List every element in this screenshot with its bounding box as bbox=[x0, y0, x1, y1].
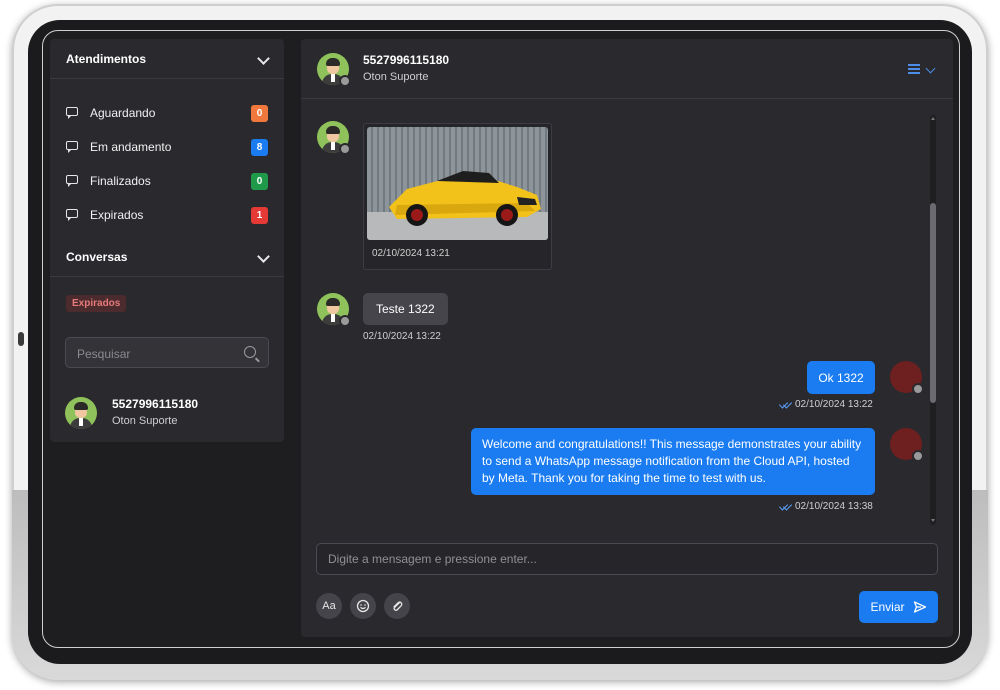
message-input[interactable] bbox=[317, 544, 937, 574]
emoji-icon bbox=[356, 599, 370, 613]
message-time: 02/10/2024 13:38 bbox=[795, 501, 873, 512]
chat-text-icon bbox=[66, 175, 80, 187]
atendimentos-title: Atendimentos bbox=[66, 51, 147, 66]
car-photo[interactable] bbox=[367, 127, 548, 240]
filter-tag-expirados[interactable]: Expirados bbox=[66, 295, 127, 312]
outgoing-message-bubble: Welcome and congratulations!! This messa… bbox=[471, 428, 875, 495]
chat-contact-name: 5527996115180 bbox=[363, 53, 450, 67]
sidebar-item-label: Finalizados bbox=[90, 174, 151, 188]
chat-header: 5527996115180 Oton Suporte bbox=[301, 39, 953, 99]
send-button-label: Enviar bbox=[870, 600, 905, 614]
sidebar: Atendimentos Aguardando 0 Em andamento 8… bbox=[50, 39, 284, 442]
sidebar-item-expirados[interactable]: Expirados 1 bbox=[66, 205, 268, 225]
attach-button[interactable] bbox=[384, 593, 410, 619]
incoming-message-bubble: Teste 1322 bbox=[363, 293, 448, 325]
camera bbox=[18, 332, 24, 346]
menu-icon[interactable] bbox=[908, 64, 920, 74]
search-icon[interactable] bbox=[244, 346, 256, 358]
message-time: 02/10/2024 13:22 bbox=[363, 331, 441, 342]
count-badge: 0 bbox=[251, 172, 268, 190]
paperclip-icon bbox=[393, 601, 403, 611]
sidebar-item-finalizados[interactable]: Finalizados 0 bbox=[66, 171, 268, 191]
chevron-down-icon[interactable] bbox=[258, 54, 268, 64]
chat-bubble-icon bbox=[66, 107, 80, 119]
message-time: 02/10/2024 13:21 bbox=[372, 248, 450, 259]
status-dot bbox=[912, 383, 924, 395]
conversas-title: Conversas bbox=[66, 249, 128, 264]
contact-name: 5527996115180 bbox=[112, 397, 199, 411]
message-time: 02/10/2024 13:22 bbox=[795, 399, 873, 410]
search-box bbox=[65, 337, 269, 369]
chat-bubbles-icon bbox=[66, 141, 80, 153]
scroll-up-arrow-icon[interactable] bbox=[931, 117, 935, 120]
count-badge: 0 bbox=[251, 104, 268, 122]
send-button[interactable]: Enviar bbox=[859, 591, 938, 623]
message-input-box bbox=[316, 543, 938, 575]
message-status-row: 02/10/2024 13:38 bbox=[778, 501, 873, 512]
message-status-row: 02/10/2024 13:22 bbox=[778, 399, 873, 410]
sidebar-item-label: Em andamento bbox=[90, 140, 172, 154]
image-message[interactable]: 02/10/2024 13:21 bbox=[363, 123, 552, 270]
chevron-down-icon[interactable] bbox=[258, 252, 268, 262]
conversas-header[interactable]: Conversas bbox=[50, 237, 284, 277]
car-illustration bbox=[389, 171, 541, 226]
double-check-icon bbox=[778, 501, 793, 511]
status-dot bbox=[912, 450, 924, 462]
contact-subtitle: Oton Suporte bbox=[112, 415, 178, 427]
send-icon bbox=[913, 601, 926, 613]
double-check-icon bbox=[778, 399, 793, 409]
chat-panel: 5527996115180 Oton Suporte 02/10/2024 13… bbox=[301, 39, 953, 637]
sidebar-item-label: Aguardando bbox=[90, 106, 156, 120]
scroll-down-arrow-icon[interactable] bbox=[931, 519, 935, 522]
chat-contact-subtitle: Oton Suporte bbox=[363, 71, 429, 83]
status-dot bbox=[339, 143, 351, 155]
count-badge: 1 bbox=[251, 206, 268, 224]
sidebar-item-label: Expirados bbox=[90, 208, 144, 222]
sidebar-item-em-andamento[interactable]: Em andamento 8 bbox=[66, 137, 268, 157]
app-screen: Atendimentos Aguardando 0 Em andamento 8… bbox=[42, 30, 960, 648]
atendimentos-header[interactable]: Atendimentos bbox=[50, 39, 284, 79]
status-dot bbox=[339, 315, 351, 327]
messages-scrollbar[interactable] bbox=[930, 115, 936, 525]
status-dot bbox=[339, 75, 351, 87]
chat-dots-icon bbox=[66, 209, 80, 221]
outgoing-message-bubble: Ok 1322 bbox=[807, 361, 875, 394]
count-badge: 8 bbox=[251, 138, 268, 156]
avatar bbox=[65, 397, 97, 429]
emoji-button[interactable] bbox=[350, 593, 376, 619]
chevron-down-icon[interactable] bbox=[925, 63, 936, 74]
contact-list-item[interactable]: 5527996115180 Oton Suporte bbox=[65, 395, 269, 431]
sidebar-item-aguardando[interactable]: Aguardando 0 bbox=[66, 103, 268, 123]
text-format-button[interactable]: Aa bbox=[316, 593, 342, 619]
scrollbar-thumb[interactable] bbox=[930, 203, 936, 403]
search-input[interactable] bbox=[66, 338, 249, 369]
